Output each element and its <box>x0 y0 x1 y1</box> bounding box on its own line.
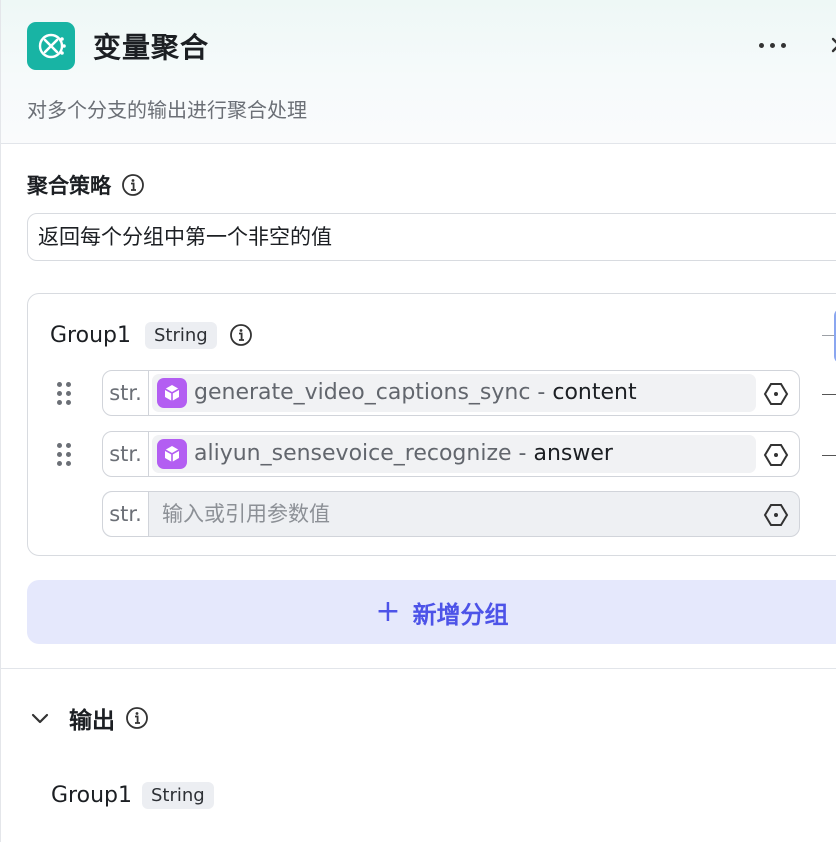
reference-field-name: content <box>552 380 637 405</box>
close-icon[interactable] <box>827 30 836 60</box>
more-options-icon[interactable] <box>753 30 793 60</box>
plus-icon: + <box>375 594 401 629</box>
group-header: Group1 String <box>50 320 253 350</box>
variable-picker-icon[interactable] <box>763 442 789 468</box>
group-name[interactable]: Group1 <box>50 323 131 348</box>
output-section-header: 输出 <box>27 702 149 734</box>
connector-line <box>822 394 836 395</box>
info-icon[interactable] <box>229 323 253 347</box>
add-group-label: 新增分组 <box>412 600 509 629</box>
group-type-badge: String <box>144 321 217 349</box>
panel-description: 对多个分支的输出进行聚合处理 <box>27 98 307 122</box>
section-divider <box>1 668 836 669</box>
reference-separator: - <box>511 441 534 466</box>
drag-handle-icon[interactable] <box>55 380 75 408</box>
variable-x-icon <box>27 22 75 70</box>
variable-picker-icon[interactable] <box>763 381 789 407</box>
variable-picker-icon[interactable] <box>763 502 789 528</box>
info-icon[interactable] <box>121 173 145 197</box>
output-item-type-badge: String <box>141 781 214 809</box>
panel-header: 变量聚合 对多个分支的输出进行聚合处理 <box>1 0 836 144</box>
variable-type-label: str. <box>103 371 149 415</box>
variable-row: str. aliyun_sensevoice_recognize - answe… <box>57 431 800 477</box>
drag-handle-icon[interactable] <box>55 441 75 469</box>
plugin-cube-icon <box>157 439 187 469</box>
connector-line <box>822 455 836 456</box>
output-item: Group1 String <box>51 778 214 812</box>
variable-row: str. generate_video_captions_sync - cont… <box>57 370 800 416</box>
add-group-button[interactable]: + 新增分组 <box>27 580 836 644</box>
strategy-label-row: 聚合策略 <box>27 170 145 200</box>
param-value-input[interactable] <box>152 492 752 536</box>
group-card: Group1 String str. generate_video_captio… <box>27 293 836 556</box>
variable-row-empty: str. <box>102 491 800 537</box>
variable-reference[interactable]: generate_video_captions_sync - content <box>152 374 756 412</box>
panel-title: 变量聚合 <box>93 31 210 64</box>
variable-aggregate-panel: 变量聚合 对多个分支的输出进行聚合处理 聚合策略 返回每个分组中第一个非空的值 … <box>0 0 836 842</box>
reference-node-name: aliyun_sensevoice_recognize <box>194 441 512 466</box>
output-title: 输出 <box>69 708 115 734</box>
variable-reference[interactable]: aliyun_sensevoice_recognize - answer <box>152 435 756 473</box>
strategy-label: 聚合策略 <box>27 174 111 198</box>
variable-type-label: str. <box>103 492 149 536</box>
info-icon[interactable] <box>125 706 149 730</box>
variable-type-label: str. <box>103 432 149 476</box>
reference-separator: - <box>530 380 553 405</box>
chevron-down-icon[interactable] <box>27 705 53 731</box>
output-item-name: Group1 <box>51 782 132 808</box>
reference-field-name: answer <box>533 441 613 466</box>
reference-node-name: generate_video_captions_sync <box>194 380 531 405</box>
aggregation-strategy-select[interactable]: 返回每个分组中第一个非空的值 <box>27 213 836 261</box>
plugin-cube-icon <box>157 378 187 408</box>
